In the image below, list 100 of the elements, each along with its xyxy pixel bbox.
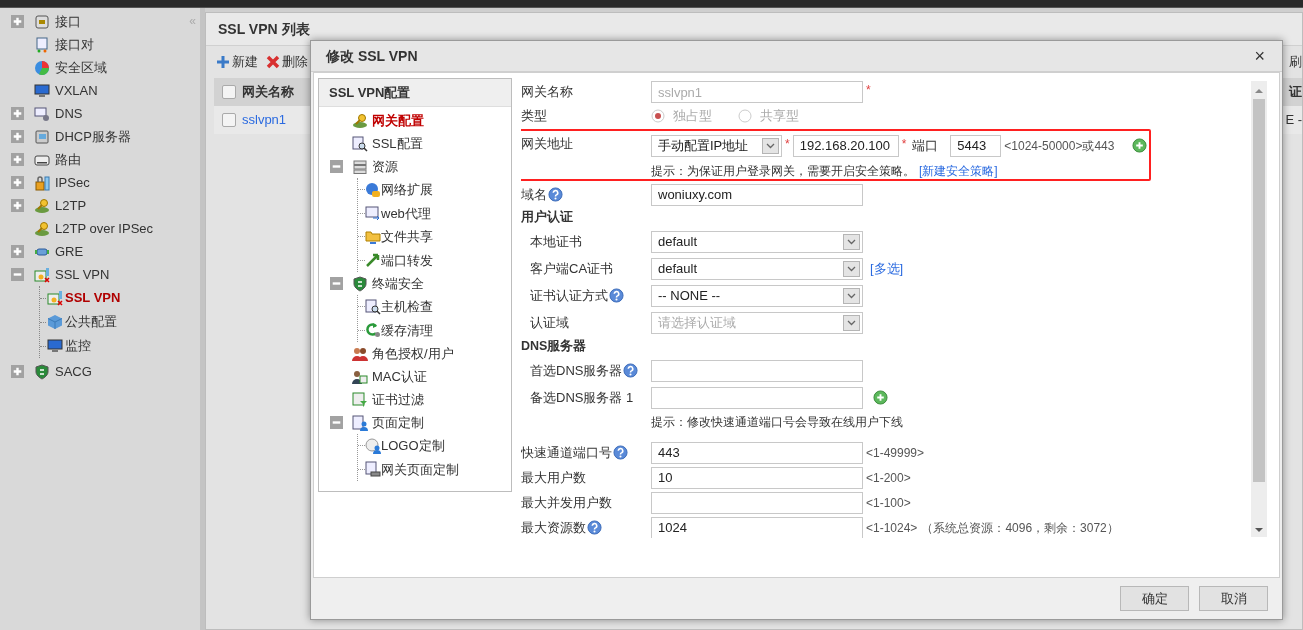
person-card-icon [352,368,368,385]
sidebar-item[interactable]: GRE [55,241,84,262]
sidebar-item[interactable]: 接口对 [55,34,94,55]
input-field[interactable]: 192.168.20.100 [792,134,899,157]
input-field[interactable]: 443 [651,441,863,464]
new-policy-link[interactable]: [新建安全策略] [919,161,998,180]
input-field[interactable]: 1024 [651,516,863,538]
scrollbar[interactable] [1251,81,1267,537]
tree-item[interactable]: 网络扩展 [381,180,433,200]
sidebar-item[interactable]: DNS [55,103,83,124]
field-label: 最大资源数 [521,518,586,537]
range-hint: <1-100> [866,494,911,512]
range-hint: <1024-50000>或443 [1004,137,1115,155]
input-field[interactable] [651,491,863,514]
expand-icon[interactable] [11,15,24,28]
collapse-icon[interactable] [11,268,24,281]
checkbox[interactable] [222,85,236,99]
magnifier-icon [352,135,368,152]
sidebar-item[interactable]: DHCP服务器 [55,126,131,147]
sidebar-item[interactable]: 安全区域 [55,57,107,78]
range-hint: <1-49999> [866,444,925,462]
field-label: 认证域 [530,313,569,332]
new-button[interactable]: 新建 [216,52,258,72]
tree-item[interactable]: 证书过滤 [372,389,424,410]
sidebar-item[interactable]: 公共配置 [65,312,117,332]
sidebar-item[interactable]: SSL VPN [55,264,110,285]
tree-item[interactable]: 终端安全 [372,273,424,294]
help-icon[interactable] [548,187,563,202]
expand-icon[interactable] [11,153,24,166]
sidebar-item[interactable]: L2TP over IPSec [55,218,154,239]
field-label: 网关名称 [521,83,573,102]
device-icon [34,13,50,30]
tree-item[interactable]: 文件共享 [381,227,433,247]
checkbox[interactable] [222,113,236,127]
confirm-button[interactable]: 确定 [1120,586,1189,611]
input-field[interactable]: woniuxy.com [651,183,863,206]
tree-item[interactable]: SSL配置 [372,133,423,154]
collapse-icon[interactable] [330,277,343,290]
sidebar-item[interactable]: SSL VPN [65,288,121,308]
add-icon[interactable] [873,390,888,405]
expand-icon[interactable] [11,365,24,378]
expand-icon[interactable] [11,176,24,189]
refresh-button[interactable]: 刷 [1289,52,1302,72]
sidebar-item[interactable]: IPSec [55,172,90,193]
input-field[interactable] [651,359,863,382]
sidebar-item[interactable]: L2TP [55,195,87,216]
collapse-icon[interactable] [330,416,343,429]
tree-item[interactable]: 资源 [372,156,398,177]
folder-icon [365,228,381,245]
tree-item[interactable]: 端口转发 [381,250,433,270]
input-field[interactable] [651,386,863,409]
scrollbar-thumb[interactable] [1253,99,1265,482]
field-label: 最大用户数 [521,468,586,487]
collapse-icon[interactable] [330,160,343,173]
table-cell-text: E - [1285,111,1302,130]
field-label: 最大并发用户数 [521,493,612,512]
sidebar-item[interactable]: SACG [55,361,92,382]
help-icon[interactable] [587,520,602,535]
help-icon[interactable] [609,288,624,303]
sidebar-item[interactable]: 接口 [55,11,81,32]
lock-icon [34,174,50,191]
tree-item[interactable]: 主机检查 [381,297,433,317]
tree-item[interactable]: web代理 [381,203,431,223]
sidebar-item[interactable]: 监控 [65,336,91,356]
tree-item[interactable]: LOGO定制 [381,436,445,456]
gateway-link[interactable]: sslvpn1 [242,110,287,130]
input-field[interactable]: 10 [651,466,863,489]
dropdown[interactable]: 手动配置IP地址 [651,134,782,157]
input-field[interactable]: 5443 [950,134,1002,157]
field-label: 快速通道端口号 [521,443,612,462]
add-icon[interactable] [1132,138,1148,153]
help-icon[interactable] [613,445,628,460]
sidebar-item[interactable]: 路由 [55,149,81,170]
section-title: DNS服务器 [521,338,588,356]
expand-icon[interactable] [11,245,24,258]
scroll-down-icon[interactable] [1254,526,1264,534]
tree-item[interactable]: 角色授权/用户 [372,343,454,364]
help-icon[interactable] [623,363,639,378]
expand-icon[interactable] [11,107,24,120]
sidebar-item[interactable]: VXLAN [55,80,98,101]
arrow-icon [365,252,381,269]
tree-item[interactable]: MAC认证 [372,366,427,387]
tree-item[interactable]: 网关页面定制 [381,459,459,479]
multi-select-link[interactable]: [多选] [870,258,904,279]
document-icon [34,36,50,53]
cancel-button[interactable]: 取消 [1199,586,1268,611]
expand-icon[interactable] [11,130,24,143]
expand-icon[interactable] [11,199,24,212]
tree-item[interactable]: 页面定制 [372,412,424,433]
key-icon [352,112,368,129]
dropdown[interactable]: default [651,230,863,253]
close-icon [266,55,280,69]
scroll-up-icon[interactable] [1254,87,1264,95]
close-button[interactable]: × [1252,47,1267,65]
tree-item[interactable]: 网关配置 [372,110,424,131]
tree-item[interactable]: 缓存清理 [381,320,433,340]
dropdown[interactable]: default [651,257,863,280]
delete-button[interactable]: 删除 [266,52,308,72]
dropdown[interactable]: -- NONE -- [651,284,863,307]
field-label: 网关地址 [521,135,573,151]
